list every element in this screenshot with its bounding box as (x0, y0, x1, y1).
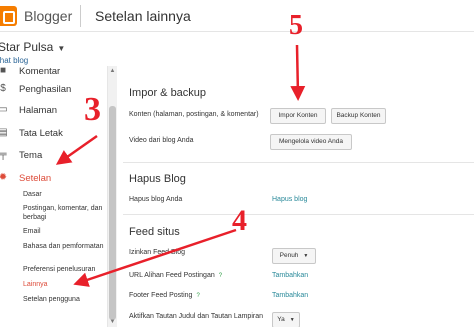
footer-feed-label: Footer Feed Posting (129, 292, 193, 299)
sidebar-item-label: Halaman (19, 105, 58, 116)
help-icon[interactable]: ? (196, 293, 199, 299)
manage-video-button[interactable]: Mengelola video Anda (270, 134, 352, 150)
sidebar-item-label: Setelan (19, 173, 52, 184)
header-divider (80, 5, 81, 27)
sub-item-dasar[interactable]: Dasar (23, 190, 105, 199)
sidebar-item-label: Tata Letak (19, 128, 63, 139)
content-label: Konten (halaman, postingan, & komentar) (129, 111, 259, 118)
page-icon: ▭ (0, 104, 8, 115)
sidebar-item-komentar[interactable]: ■ Komentar (0, 62, 106, 82)
sub-item-preferensi[interactable]: Preferensi penelusuran (23, 265, 105, 274)
blogger-logo-icon[interactable] (0, 6, 17, 26)
redirect-feed-row: URL Alihan Feed Postingan? (129, 272, 222, 279)
enable-links-label: Aktifkan Tautan Judul dan Tautan Lampira… (129, 313, 264, 320)
help-icon[interactable]: ? (219, 273, 222, 279)
enable-links-value: Ya (277, 316, 285, 323)
sub-item-setelan-pengguna[interactable]: Setelan pengguna (23, 295, 105, 304)
scroll-down-icon[interactable]: ▼ (109, 319, 116, 325)
allow-feed-value: Penuh (279, 252, 299, 259)
sub-item-bahasa[interactable]: Bahasa dan pemformatan (23, 242, 105, 251)
sidebar-item-label: Komentar (19, 66, 61, 77)
sidebar-item-label: Tema (19, 150, 43, 161)
dollar-icon: $ (0, 83, 6, 94)
redirect-feed-add-link[interactable]: Tambahkan (272, 272, 308, 279)
scroll-up-icon[interactable]: ▲ (109, 68, 116, 74)
delete-blog-label: Hapus blog Anda (129, 196, 183, 203)
sidebar-item-label: Penghasilan (19, 84, 72, 95)
caret-down-icon: ▼ (289, 317, 295, 323)
scroll-thumb[interactable] (109, 106, 116, 320)
section-divider (123, 214, 474, 215)
section-title-feed: Feed situs (129, 226, 180, 238)
top-bar: Blogger Setelan lainnya (0, 0, 474, 32)
annotation-step-3: 3 (84, 91, 101, 128)
import-content-button[interactable]: Impor Konten (270, 108, 326, 124)
annotation-step-4: 4 (232, 204, 247, 237)
section-divider (123, 162, 474, 163)
allow-feed-label: Izinkan Feed Blog (129, 249, 186, 256)
main-content: Impor & backup Konten (halaman, postinga… (117, 66, 474, 327)
sub-item-lainnya[interactable]: Lainnya (23, 280, 105, 289)
footer-feed-row: Footer Feed Posting? (129, 292, 200, 299)
paint-roller-icon: ╤ (0, 149, 7, 160)
sidebar-scrollbar[interactable]: ▲ ▼ (107, 66, 117, 327)
sub-item-email[interactable]: Email (23, 227, 105, 236)
backup-content-button[interactable]: Backup Konten (331, 108, 386, 124)
video-label: Video dari blog Anda (129, 137, 194, 144)
layout-icon: ▤ (0, 127, 8, 138)
sidebar-item-setelan[interactable]: ✹ Setelan (0, 169, 106, 189)
page-title: Setelan lainnya (95, 8, 191, 24)
blog-selector[interactable]: Star Pulsa ▼ (0, 40, 65, 54)
sub-item-postingan[interactable]: Postingan, komentar, dan berbagi (23, 204, 105, 222)
sidebar-item-tema[interactable]: ╤ Tema (0, 146, 106, 166)
blog-name: Star Pulsa (0, 40, 54, 54)
allow-feed-select[interactable]: Penuh ▼ (272, 248, 316, 264)
enable-links-select[interactable]: Ya ▼ (272, 312, 300, 327)
caret-down-icon: ▼ (303, 253, 309, 259)
gear-icon: ✹ (0, 172, 8, 183)
annotation-step-5: 5 (289, 10, 303, 41)
delete-blog-link[interactable]: Hapus blog (272, 196, 307, 203)
comment-icon: ■ (0, 65, 7, 76)
section-title-delete: Hapus Blog (129, 173, 186, 185)
footer-feed-add-link[interactable]: Tambahkan (272, 292, 308, 299)
redirect-feed-label: URL Alihan Feed Postingan (129, 272, 215, 279)
section-title-import: Impor & backup (129, 87, 207, 99)
brand-name[interactable]: Blogger (24, 8, 72, 24)
caret-down-icon: ▼ (57, 44, 66, 53)
